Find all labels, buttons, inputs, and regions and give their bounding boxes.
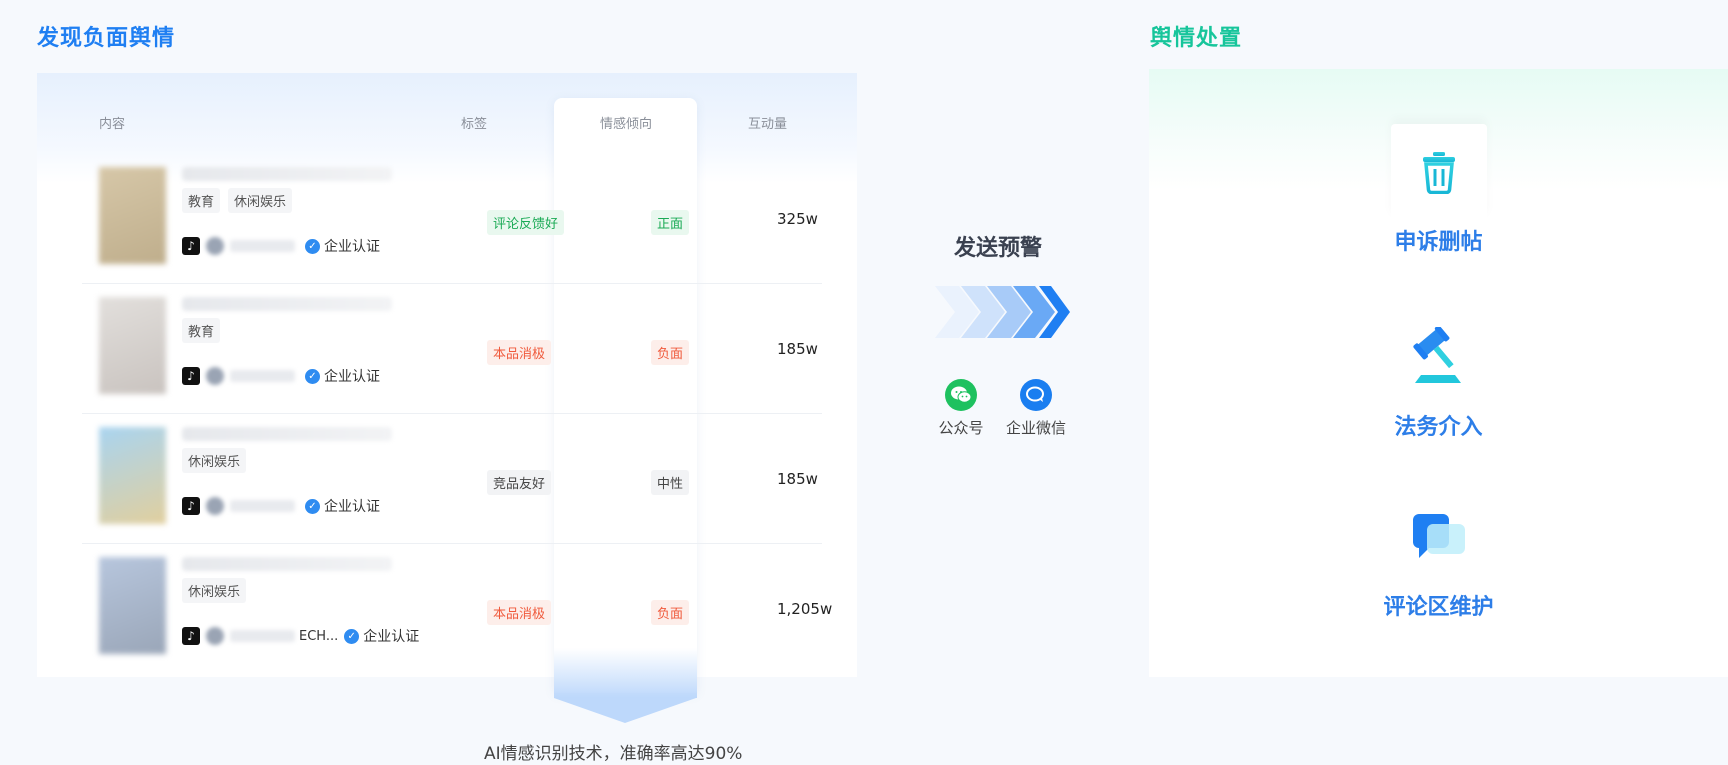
blurred-author-name [230,370,295,382]
chat-bubbles-icon [1391,489,1487,585]
forward-chevrons-icon [935,286,1070,338]
avatar [206,237,224,255]
blurred-title [182,167,392,181]
check-icon: ✓ [344,628,360,644]
verified-badge: ✓ 企业认证 [305,496,380,516]
verified-label: 企业认证 [363,629,420,645]
tiktok-icon: ♪ [182,367,200,385]
check-icon: ✓ [305,238,320,254]
action-comment-maintenance[interactable]: 评论区维护 [1149,489,1728,621]
table-row[interactable]: 教育 休闲娱乐 ♪ ✓ 企业认证 评论反馈好 正面 325w [82,155,822,284]
handling-panel: 申诉删帖 法务介入 评论区维护 [1149,69,1728,677]
avatar [206,497,224,515]
channel-label: 公众号 [938,419,984,437]
column-header-sentiment: 情感倾向 [600,117,653,132]
section-title-discover: 发现负面舆情 [37,26,176,51]
verified-label: 企业认证 [324,369,380,385]
action-appeal-delete[interactable]: 申诉删帖 [1149,124,1728,256]
tiktok-icon: ♪ [182,497,200,515]
tag-list: 休闲娱乐 [182,578,247,603]
column-header-content: 内容 [99,117,126,132]
sentiment-column-arrow-tip [554,698,696,723]
table-row[interactable]: 教育 ♪ ✓ 企业认证 本品消极 负面 185w [82,285,822,414]
blurred-title [182,557,392,571]
verified-badge: ✓ 企业认证 [305,236,380,256]
blurred-title [182,427,392,441]
action-label: 法务介入 [1394,415,1483,440]
content-tag: 教育 [182,188,221,213]
tag-list: 教育 [182,318,221,343]
video-thumbnail[interactable] [99,557,166,654]
alert-title: 发送预警 [954,236,1043,261]
tiktok-icon: ♪ [182,627,200,645]
author-name-suffix: ECH... [299,628,339,644]
gavel-icon [1391,309,1487,405]
label-badge: 本品消极 [487,600,552,625]
video-thumbnail[interactable] [99,167,166,264]
content-tag: 休闲娱乐 [182,448,247,473]
section-title-handling: 舆情处置 [1150,26,1243,51]
sentiment-badge: 中性 [651,470,690,495]
video-thumbnail[interactable] [99,427,166,524]
channel-wechat-official: 公众号 [921,379,1001,438]
content-tag: 教育 [182,318,221,343]
channel-label: 企业微信 [1005,419,1066,437]
verified-badge: ✓ 企业认证 [305,366,380,386]
action-label: 评论区维护 [1383,595,1494,620]
ai-caption: AI情感识别技术，准确率高达90% [484,744,743,764]
author-line: ♪ ✓ 企业认证 [182,236,380,256]
sentiment-badge: 负面 [651,340,690,365]
author-line: ♪ ✓ 企业认证 [182,366,380,386]
interaction-count: 1,205w [777,600,833,618]
check-icon: ✓ [305,498,320,514]
tag-list: 休闲娱乐 [182,448,247,473]
label-badge: 本品消极 [487,340,552,365]
author-line: ♪ ✓ 企业认证 [182,496,380,516]
sentiment-badge: 正面 [651,210,690,235]
interaction-count: 185w [777,470,818,488]
verified-label: 企业认证 [324,499,380,515]
blurred-author-name [230,500,295,512]
content-tag: 休闲娱乐 [182,578,247,603]
video-thumbnail[interactable] [99,297,166,394]
sentiment-table: 内容 标签 情感倾向 互动量 教育 休闲娱乐 ♪ ✓ 企业认证 评论反馈好 正面 … [37,73,857,723]
wecom-icon [1020,379,1052,411]
content-tag: 休闲娱乐 [228,188,293,213]
label-badge: 竞品友好 [487,470,552,495]
column-header-interaction: 互动量 [748,117,788,132]
interaction-count: 325w [777,210,818,228]
wechat-icon [945,379,977,411]
author-line: ♪ ECH... ✓ 企业认证 [182,626,419,646]
blurred-author-name [230,630,295,642]
table-row[interactable]: 休闲娱乐 ♪ ECH... ✓ 企业认证 本品消极 负面 1,205w [82,545,832,674]
sentiment-badge: 负面 [651,600,690,625]
table-row[interactable]: 休闲娱乐 ♪ ✓ 企业认证 竞品友好 中性 185w [82,415,822,544]
blurred-author-name [230,240,295,252]
interaction-count: 185w [777,340,818,358]
action-label: 申诉删帖 [1394,230,1483,255]
trash-icon [1390,124,1487,220]
action-legal[interactable]: 法务介入 [1149,309,1728,441]
tag-list: 教育 休闲娱乐 [182,188,293,213]
check-icon: ✓ [305,368,320,384]
avatar [206,627,224,645]
column-header-label: 标签 [461,117,488,132]
verified-badge: ✓ 企业认证 [344,626,419,646]
avatar [206,367,224,385]
tiktok-icon: ♪ [182,237,200,255]
label-badge: 评论反馈好 [487,210,565,235]
verified-label: 企业认证 [324,239,380,255]
channel-wecom: 企业微信 [996,379,1076,438]
blurred-title [182,297,392,311]
